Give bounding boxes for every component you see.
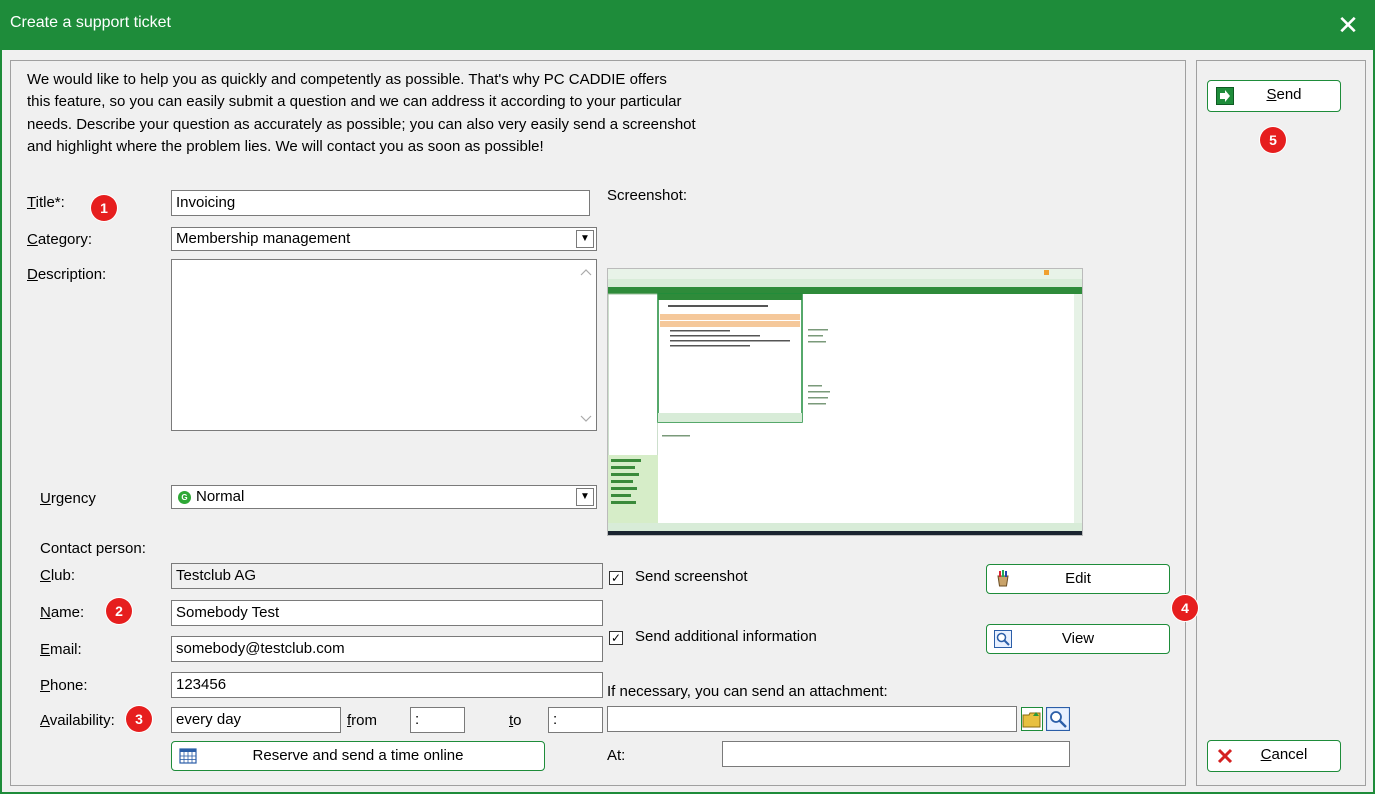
attachment-preview-icon[interactable] — [1046, 707, 1070, 731]
screenshot-label: Screenshot: — [607, 187, 688, 204]
title-label: Title*: — [27, 194, 65, 211]
category-label: Category: — [27, 231, 93, 248]
magnifier-icon — [994, 630, 1012, 648]
chevron-down-icon[interactable]: ▼ — [576, 488, 594, 506]
club-field: Testclub AG — [171, 563, 603, 589]
send-additional-info-label: Send additional information — [635, 628, 817, 645]
view-button-label: View — [1061, 630, 1095, 647]
urgency-normal-icon: G — [178, 491, 191, 504]
chevron-down-icon[interactable]: ▼ — [576, 230, 594, 248]
edit-button-label: Edit — [1065, 570, 1091, 587]
window-title: Create a support ticket — [10, 14, 171, 31]
send-arrow-icon — [1216, 87, 1234, 105]
scroll-arrows-icon — [580, 269, 592, 422]
badge-2: 2 — [106, 598, 132, 624]
intro-line-1: We would like to help you as quickly and… — [27, 71, 667, 88]
from-time-input[interactable]: : — [410, 707, 465, 733]
side-panel — [1196, 60, 1366, 786]
urgency-value: Normal — [196, 488, 245, 505]
screenshot-preview[interactable] — [607, 268, 1083, 536]
send-button[interactable]: Send — [1207, 80, 1341, 112]
description-scrollbar[interactable] — [576, 260, 596, 430]
description-label: Description: — [27, 266, 107, 283]
email-label: Email: — [40, 641, 82, 658]
from-label: from — [347, 712, 378, 729]
phone-label: Phone: — [40, 677, 88, 694]
contact-heading: Contact person: — [40, 540, 146, 557]
badge-3: 3 — [126, 706, 152, 732]
title-input[interactable]: Invoicing — [171, 190, 590, 216]
description-textarea[interactable] — [171, 259, 597, 431]
at-label: At: — [607, 747, 626, 764]
urgency-label: Urgency — [40, 490, 96, 507]
cancel-button[interactable]: Cancel — [1207, 740, 1341, 772]
send-screenshot-label: Send screenshot — [635, 568, 748, 585]
name-label: Name: — [40, 604, 85, 621]
availability-input[interactable]: every day — [171, 707, 341, 733]
send-additional-info-checkbox[interactable]: ✓ — [609, 631, 623, 645]
screenshot-thumbnail-image — [608, 269, 1082, 535]
send-screenshot-checkbox[interactable]: ✓ — [609, 571, 623, 585]
category-select[interactable]: Membership management ▼ — [171, 227, 597, 251]
cancel-button-label: Cancel — [1260, 746, 1308, 763]
category-value: Membership management — [176, 230, 351, 247]
window-titlebar — [0, 0, 1375, 50]
badge-5: 5 — [1260, 127, 1286, 153]
email-input[interactable]: somebody@testclub.com — [171, 636, 603, 662]
intro-line-3: needs. Describe your question as accurat… — [27, 116, 696, 133]
cancel-x-icon — [1217, 748, 1233, 764]
paint-bucket-icon — [997, 570, 1009, 587]
view-screenshot-button[interactable]: View — [986, 624, 1170, 654]
name-input[interactable]: Somebody Test — [171, 600, 603, 626]
intro-line-2: this feature, so you can easily submit a… — [27, 93, 682, 110]
to-label: to — [509, 712, 522, 729]
at-input[interactable] — [722, 741, 1070, 767]
badge-4: 4 — [1172, 595, 1198, 621]
send-button-label: Send — [1266, 86, 1302, 103]
phone-input[interactable]: 123456 — [171, 672, 603, 698]
attachment-label: If necessary, you can send an attachment… — [607, 683, 888, 700]
club-label: Club: — [40, 567, 76, 584]
attachment-input[interactable] — [607, 706, 1017, 732]
edit-screenshot-button[interactable]: Edit — [986, 564, 1170, 594]
open-folder-icon[interactable] — [1021, 707, 1043, 731]
intro-line-4: and highlight where the problem lies. We… — [27, 138, 544, 155]
to-time-input[interactable]: : — [548, 707, 603, 733]
badge-1: 1 — [91, 195, 117, 221]
close-button[interactable]: ✕ — [1331, 8, 1365, 42]
urgency-select[interactable]: G Normal ▼ — [171, 485, 597, 509]
availability-label: Availability: — [40, 712, 115, 729]
reserve-time-button[interactable]: Reserve and send a time online — [171, 741, 545, 771]
calendar-icon — [179, 748, 197, 764]
reserve-time-label: Reserve and send a time online — [252, 747, 464, 764]
